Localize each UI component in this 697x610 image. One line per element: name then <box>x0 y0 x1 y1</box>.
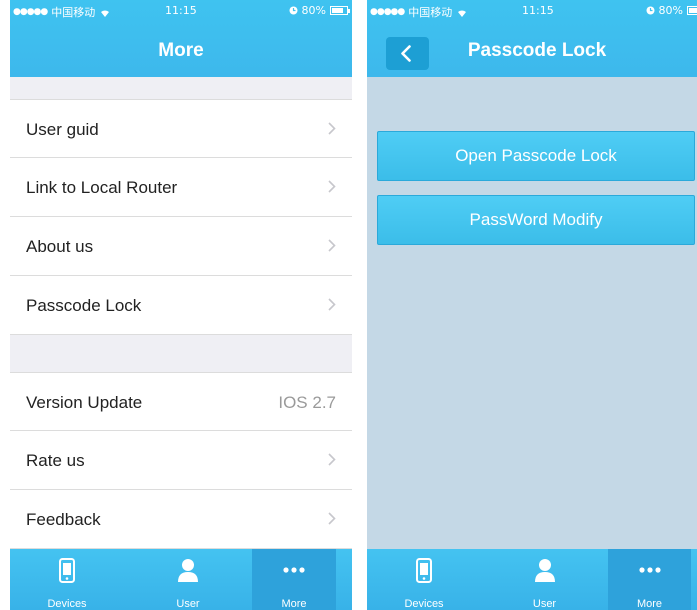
tab-label: More <box>636 598 663 610</box>
alarm-icon <box>646 6 655 15</box>
tab-more[interactable]: More <box>252 549 336 610</box>
list-item-user-guide[interactable]: User guid <box>10 99 352 158</box>
open-passcode-lock-button[interactable]: Open Passcode Lock <box>377 131 695 181</box>
tab-label: More <box>281 598 307 610</box>
list-item-about-us[interactable]: About us <box>10 217 352 276</box>
list-item-link-router[interactable]: Link to Local Router <box>10 158 352 217</box>
passcode-header: ●●●●● 中国移动 11:15 80% Passcode Lock <box>367 0 697 77</box>
list-item-label: Passcode Lock <box>26 296 142 315</box>
tab-label: User <box>532 598 557 610</box>
list-item-label: About us <box>26 237 94 256</box>
password-modify-button[interactable]: PassWord Modify <box>377 195 695 245</box>
battery-percent: 80% <box>658 4 683 17</box>
phone-icon <box>416 558 432 583</box>
list-item-feedback[interactable]: Feedback <box>10 490 352 549</box>
tab-user[interactable]: User <box>481 549 608 610</box>
alarm-icon <box>289 6 298 15</box>
chevron-right-icon <box>328 453 336 466</box>
list-item-rate-us[interactable]: Rate us <box>10 431 352 490</box>
phone-icon <box>59 558 75 583</box>
list-item-label: Link to Local Router <box>26 178 178 197</box>
more-dots-icon <box>638 567 661 573</box>
page-title: Passcode Lock <box>467 40 607 61</box>
tab-user[interactable]: User <box>124 549 252 610</box>
tab-label: User <box>176 598 200 610</box>
tab-label: Devices <box>404 598 444 610</box>
status-bar: ●●●●● 中国移动 11:15 80% <box>10 0 352 22</box>
page-title: More <box>158 40 204 61</box>
chevron-right-icon <box>328 512 336 525</box>
tab-bar: Devices User More <box>10 549 352 610</box>
user-icon <box>534 559 555 582</box>
signal-icon: ●●●●● <box>13 7 48 17</box>
status-bar: ●●●●● 中国移动 11:15 80% <box>367 0 697 22</box>
list-item-label: Version Update <box>26 393 143 412</box>
status-time: 11:15 <box>165 4 197 17</box>
tab-label: Devices <box>47 598 87 610</box>
list-item-label: Feedback <box>26 510 101 529</box>
wifi-icon <box>458 9 467 17</box>
section-spacer <box>10 77 352 99</box>
list-item-label: User guid <box>26 120 99 139</box>
passcode-lock-screen: ●●●●● 中国移动 11:15 80% Passcode Lock Open … <box>367 0 697 610</box>
tab-more[interactable]: More <box>608 549 691 610</box>
carrier-label: 中国移动 <box>51 6 96 19</box>
more-header: ●●●●● 中国移动 11:15 80% More <box>10 0 352 77</box>
chevron-right-icon <box>328 298 336 311</box>
more-dots-icon <box>283 567 305 573</box>
battery-icon <box>330 6 350 15</box>
chevron-right-icon <box>328 122 336 135</box>
chevron-right-icon <box>328 239 336 252</box>
tab-devices[interactable]: Devices <box>10 549 124 610</box>
user-icon <box>178 559 198 582</box>
list-item-passcode-lock[interactable]: Passcode Lock <box>10 276 352 335</box>
signal-icon: ●●●●● <box>370 7 405 17</box>
more-screen: ●●●●● 中国移动 11:15 80% More User guid Link… <box>10 0 352 610</box>
status-time: 11:15 <box>522 4 554 17</box>
settings-group-secondary: Version Update IOS 2.7 Rate us Feedback <box>10 372 352 549</box>
chevron-right-icon <box>328 180 336 193</box>
list-item-label: Rate us <box>26 451 85 470</box>
list-item-version-update[interactable]: Version Update IOS 2.7 <box>10 372 352 431</box>
battery-icon <box>687 6 697 15</box>
version-value: IOS 2.7 <box>278 393 336 412</box>
tab-bar: Devices User More <box>367 549 697 610</box>
wifi-icon <box>101 9 110 17</box>
settings-group-main: User guid Link to Local Router About us … <box>10 99 352 335</box>
section-spacer <box>10 335 352 372</box>
carrier-label: 中国移动 <box>408 6 453 19</box>
battery-percent: 80% <box>301 4 326 17</box>
tab-devices[interactable]: Devices <box>367 549 481 610</box>
